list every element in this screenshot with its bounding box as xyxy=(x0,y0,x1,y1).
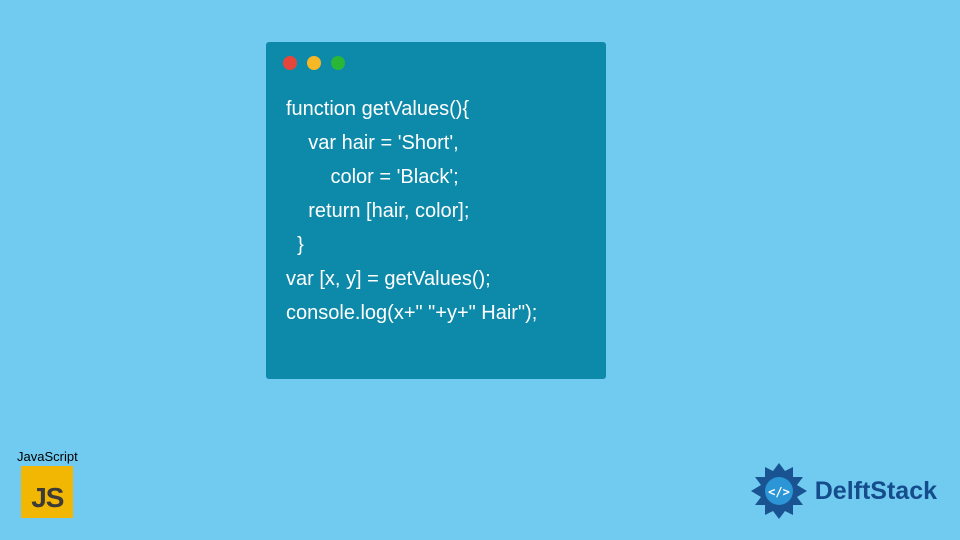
svg-text:</>: </> xyxy=(768,485,790,499)
window-controls xyxy=(283,56,586,70)
code-line: function getValues(){ xyxy=(286,98,469,120)
javascript-label: JavaScript xyxy=(17,449,78,464)
javascript-icon: JS xyxy=(21,466,73,518)
delftstack-emblem-icon: </> xyxy=(749,461,809,521)
javascript-icon-text: JS xyxy=(31,482,63,514)
code-line: var [x, y] = getValues(); xyxy=(286,268,491,290)
code-line: var hair = 'Short', xyxy=(286,132,459,154)
code-line: } xyxy=(286,234,304,256)
code-line: return [hair, color]; xyxy=(286,200,469,222)
javascript-badge: JavaScript JS xyxy=(17,449,78,518)
code-line: console.log(x+" "+y+" Hair"); xyxy=(286,302,537,324)
minimize-icon xyxy=(307,56,321,70)
maximize-icon xyxy=(331,56,345,70)
delftstack-text: DelftStack xyxy=(815,477,937,506)
code-line: color = 'Black'; xyxy=(286,166,459,188)
delftstack-logo: </> DelftStack xyxy=(749,461,937,521)
code-window: function getValues(){ var hair = 'Short'… xyxy=(266,42,606,379)
code-block: function getValues(){ var hair = 'Short'… xyxy=(286,92,586,330)
close-icon xyxy=(283,56,297,70)
